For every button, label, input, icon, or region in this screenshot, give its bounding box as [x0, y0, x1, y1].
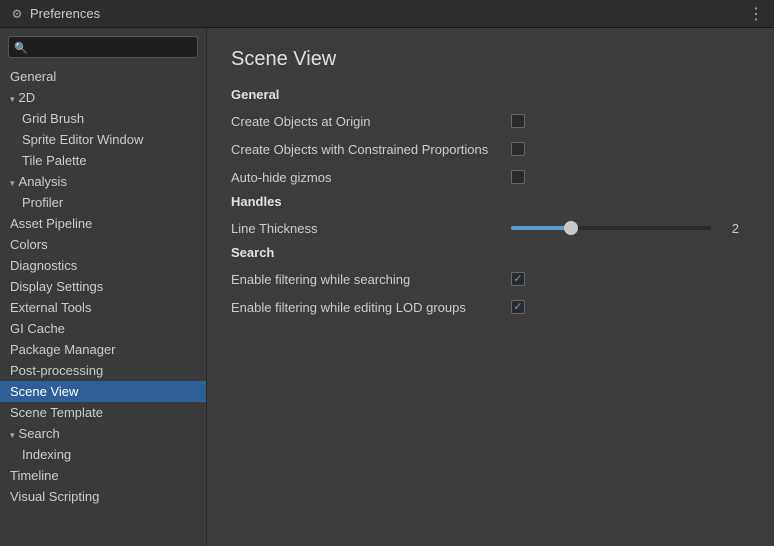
- setting-label-line-thickness: Line Thickness: [231, 221, 511, 236]
- page-title: Scene View: [231, 48, 750, 71]
- menu-icon[interactable]: ⋮: [748, 4, 764, 24]
- sidebar-item-label: Package Manager: [10, 342, 116, 357]
- slider-thumb-line-thickness[interactable]: [564, 221, 578, 235]
- search-icon: 🔍: [14, 42, 28, 55]
- checkbox-create-objects-at-origin[interactable]: [511, 114, 525, 128]
- sidebar-item-label: Grid Brush: [22, 111, 84, 126]
- main-layout: 🔍 General ▾ 2D Grid Brush Sprite Editor Wind…: [0, 28, 774, 546]
- setting-row-enable-filtering-searching: Enable filtering while searching: [231, 268, 750, 290]
- expand-arrow: ▾: [10, 430, 15, 441]
- content-sections: General Create Objects at Origin Create Ob…: [231, 87, 750, 318]
- sidebar-item-label: Diagnostics: [10, 258, 77, 273]
- sidebar-item-post-processing[interactable]: Post-processing: [0, 360, 206, 381]
- preferences-icon: ⚙: [10, 7, 24, 21]
- slider-value-line-thickness: 2: [719, 221, 739, 236]
- sidebar-item-general[interactable]: General: [0, 66, 206, 87]
- sidebar-search-input[interactable]: [8, 36, 198, 58]
- slider-fill-line-thickness: [511, 226, 571, 230]
- sidebar-item-label: General: [10, 69, 56, 84]
- sidebar-item-label: Visual Scripting: [10, 489, 99, 504]
- sidebar-item-label: Search: [19, 426, 60, 441]
- sidebar-item-label: Scene Template: [10, 405, 103, 420]
- checkbox-enable-filtering-lod[interactable]: [511, 300, 525, 314]
- sidebar-item-label: Scene View: [10, 384, 78, 399]
- sidebar-item-sprite-editor-window[interactable]: Sprite Editor Window: [0, 129, 206, 150]
- sidebar-item-tile-palette[interactable]: Tile Palette: [0, 150, 206, 171]
- sidebar-item-label: External Tools: [10, 300, 91, 315]
- expand-arrow: ▾: [10, 94, 15, 105]
- sidebar-item-label: Timeline: [10, 468, 59, 483]
- setting-row-create-objects-constrained: Create Objects with Constrained Proporti…: [231, 138, 750, 160]
- sidebar-item-label: Profiler: [22, 195, 63, 210]
- setting-label-auto-hide-gizmos: Auto-hide gizmos: [231, 170, 511, 185]
- sidebar-item-label: 2D: [19, 90, 36, 105]
- sidebar-nav: General ▾ 2D Grid Brush Sprite Editor Window…: [0, 66, 206, 507]
- sidebar-item-grid-brush[interactable]: Grid Brush: [0, 108, 206, 129]
- setting-label-create-objects-constrained: Create Objects with Constrained Proporti…: [231, 142, 511, 157]
- section-header-handles: Handles: [231, 194, 750, 209]
- sidebar-item-analysis[interactable]: ▾ Analysis: [0, 171, 206, 192]
- sidebar: 🔍 General ▾ 2D Grid Brush Sprite Editor Wind…: [0, 28, 207, 546]
- sidebar-item-label: Asset Pipeline: [10, 216, 92, 231]
- setting-label-enable-filtering-lod: Enable filtering while editing LOD group…: [231, 300, 511, 315]
- slider-track-line-thickness[interactable]: [511, 226, 711, 230]
- sidebar-item-timeline[interactable]: Timeline: [0, 465, 206, 486]
- sidebar-item-label: Indexing: [22, 447, 71, 462]
- slider-container-line-thickness: 2: [511, 221, 739, 236]
- section-header-search: Search: [231, 245, 750, 260]
- sidebar-item-visual-scripting[interactable]: Visual Scripting: [0, 486, 206, 507]
- sidebar-item-package-manager[interactable]: Package Manager: [0, 339, 206, 360]
- setting-row-create-objects-at-origin: Create Objects at Origin: [231, 110, 750, 132]
- expand-arrow: ▾: [10, 178, 15, 189]
- checkbox-enable-filtering-searching[interactable]: [511, 272, 525, 286]
- sidebar-item-label: Sprite Editor Window: [22, 132, 143, 147]
- section-header-general: General: [231, 87, 750, 102]
- sidebar-item-scene-template[interactable]: Scene Template: [0, 402, 206, 423]
- sidebar-item-display-settings[interactable]: Display Settings: [0, 276, 206, 297]
- sidebar-item-label: Post-processing: [10, 363, 103, 378]
- sidebar-item-label: Display Settings: [10, 279, 103, 294]
- sidebar-item-search[interactable]: ▾ Search: [0, 423, 206, 444]
- sidebar-item-asset-pipeline[interactable]: Asset Pipeline: [0, 213, 206, 234]
- checkbox-create-objects-constrained[interactable]: [511, 142, 525, 156]
- sidebar-item-label: GI Cache: [10, 321, 65, 336]
- content-area: Scene View General Create Objects at Orig…: [207, 28, 774, 546]
- sidebar-item-gi-cache[interactable]: GI Cache: [0, 318, 206, 339]
- setting-row-auto-hide-gizmos: Auto-hide gizmos: [231, 166, 750, 188]
- sidebar-item-label: Tile Palette: [22, 153, 87, 168]
- sidebar-item-scene-view[interactable]: Scene View: [0, 381, 206, 402]
- setting-row-line-thickness: Line Thickness 2: [231, 217, 750, 239]
- sidebar-item-2d[interactable]: ▾ 2D: [0, 87, 206, 108]
- checkbox-auto-hide-gizmos[interactable]: [511, 170, 525, 184]
- sidebar-item-indexing[interactable]: Indexing: [0, 444, 206, 465]
- sidebar-item-label: Analysis: [19, 174, 67, 189]
- title-bar: ⚙ Preferences ⋮: [0, 0, 774, 28]
- sidebar-item-profiler[interactable]: Profiler: [0, 192, 206, 213]
- sidebar-item-label: Colors: [10, 237, 48, 252]
- setting-label-create-objects-at-origin: Create Objects at Origin: [231, 114, 511, 129]
- setting-label-enable-filtering-searching: Enable filtering while searching: [231, 272, 511, 287]
- sidebar-item-external-tools[interactable]: External Tools: [0, 297, 206, 318]
- setting-row-enable-filtering-lod: Enable filtering while editing LOD group…: [231, 296, 750, 318]
- sidebar-item-diagnostics[interactable]: Diagnostics: [0, 255, 206, 276]
- sidebar-item-colors[interactable]: Colors: [0, 234, 206, 255]
- window-title: Preferences: [30, 6, 748, 21]
- sidebar-search-container: 🔍: [0, 32, 206, 64]
